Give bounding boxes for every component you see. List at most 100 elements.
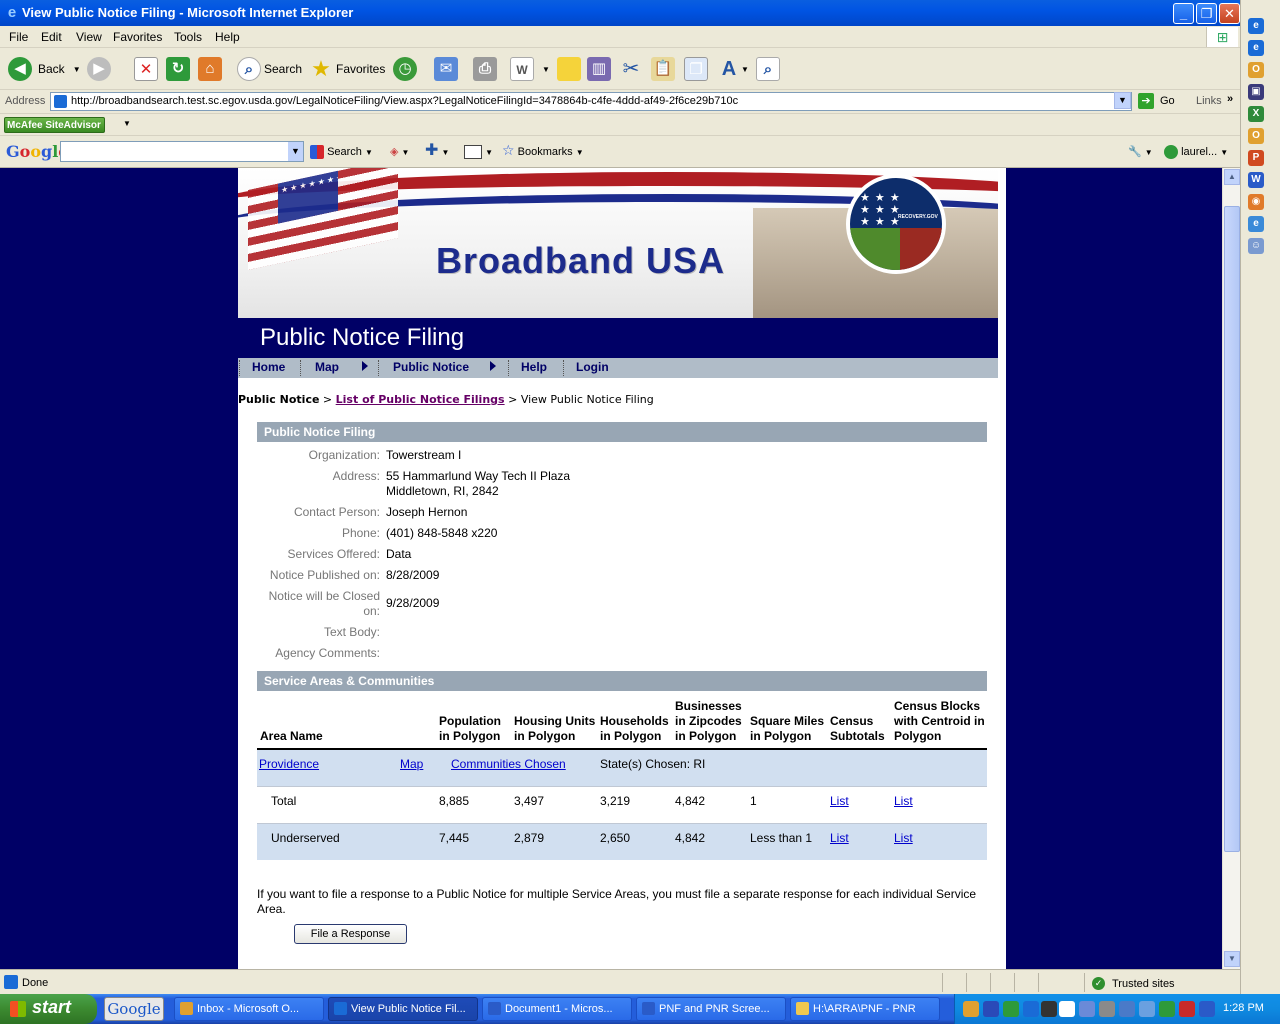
google-add-button[interactable]: ✚ ▼ — [425, 143, 449, 159]
task-folder[interactable]: H:\ARRA\PNF - PNR — [790, 997, 940, 1021]
chevron-right-icon[interactable]: » — [1227, 93, 1233, 105]
google-search-dropdown-icon[interactable]: ▼ — [288, 142, 303, 161]
google-search-input[interactable]: ▼ — [60, 141, 304, 162]
tray-sync-icon[interactable] — [1119, 1001, 1135, 1017]
tray-power-icon[interactable] — [1159, 1001, 1175, 1017]
census-subtotals-list-link[interactable]: List — [830, 831, 849, 845]
scroll-down-icon[interactable]: ▼ — [1224, 951, 1240, 967]
mcafee-dropdown-icon[interactable]: ▼ — [123, 119, 131, 128]
tray-monitor-icon[interactable] — [1079, 1001, 1095, 1017]
menu-file[interactable]: File — [9, 30, 28, 44]
cut-button[interactable]: ✂ — [619, 56, 643, 82]
mail-button[interactable]: ✉ — [434, 56, 458, 82]
google-deskbar[interactable]: Google — [104, 997, 164, 1021]
firefox-icon[interactable]: ◉ — [1248, 194, 1264, 210]
copy-button[interactable]: 📋 — [651, 56, 675, 82]
census-subtotals-list-link[interactable]: List — [830, 794, 849, 808]
tray-mcafee-icon[interactable] — [1179, 1001, 1195, 1017]
area-map-link[interactable]: Map — [400, 757, 423, 771]
ie-icon-2[interactable]: e — [1248, 40, 1264, 56]
menu-edit[interactable]: Edit — [41, 30, 62, 44]
bookmarks-button[interactable]: ☆ Bookmarks ▼ — [502, 143, 584, 158]
search-button[interactable]: ⌕ Search — [237, 56, 302, 82]
menu-view[interactable]: View — [76, 30, 102, 44]
google-settings-button[interactable]: 🔧 ▼ — [1128, 145, 1153, 158]
app-icon[interactable]: ▣ — [1248, 84, 1264, 100]
word-icon[interactable]: W — [1248, 172, 1264, 188]
tray-bluetooth-icon[interactable] — [983, 1001, 999, 1017]
go-button[interactable]: ➔ Go — [1138, 93, 1175, 109]
scroll-thumb[interactable] — [1224, 206, 1240, 852]
history-button[interactable]: ◷ — [393, 56, 417, 82]
file-response-button[interactable]: File a Response — [294, 924, 407, 944]
outlook-icon[interactable]: O — [1248, 62, 1264, 78]
census-blocks-list-link[interactable]: List — [894, 831, 913, 845]
task-inbox[interactable]: Inbox - Microsoft O... — [174, 997, 324, 1021]
notes-button[interactable] — [557, 56, 581, 82]
edit-button[interactable]: W ▼ — [510, 56, 550, 82]
task-view-public-notice[interactable]: View Public Notice Fil... — [328, 997, 478, 1021]
nav-public-notice[interactable]: Public Notice — [393, 360, 469, 374]
communities-chosen-link[interactable]: Communities Chosen — [451, 757, 566, 771]
tray-update-icon[interactable] — [1023, 1001, 1039, 1017]
tray-alert-icon[interactable] — [1041, 1001, 1057, 1017]
powerpoint-icon[interactable]: P — [1248, 150, 1264, 166]
edit-dropdown-icon[interactable]: ▼ — [542, 65, 550, 74]
vertical-scrollbar[interactable]: ▲ ▼ — [1222, 168, 1240, 969]
close-button[interactable]: ✕ — [1219, 3, 1240, 24]
font-icon: A — [721, 58, 737, 80]
stop-button[interactable]: ✕ — [134, 56, 158, 82]
zoom-button[interactable]: ⌕ — [756, 56, 780, 82]
menu-bar: File Edit View Favorites Tools Help — [0, 26, 1240, 48]
nav-home[interactable]: Home — [252, 360, 285, 374]
nav-map[interactable]: Map — [315, 360, 339, 374]
research-button[interactable]: ▥ — [587, 56, 611, 82]
breadcrumb-list-link[interactable]: List of Public Notice Filings — [336, 393, 505, 406]
census-blocks-list-link[interactable]: List — [894, 794, 913, 808]
back-dropdown-icon[interactable]: ▼ — [73, 65, 81, 74]
nav-login[interactable]: Login — [576, 360, 609, 374]
tray-network-icon[interactable] — [1003, 1001, 1019, 1017]
area-name-link[interactable]: Providence — [259, 757, 319, 771]
tray-outlook-icon[interactable] — [963, 1001, 979, 1017]
font-dropdown-icon[interactable]: ▼ — [741, 65, 749, 74]
google-search-button[interactable]: Search ▼ — [310, 145, 373, 159]
tray-volume-icon[interactable] — [1139, 1001, 1155, 1017]
links-button[interactable]: Links — [1196, 95, 1222, 107]
google-popup-button[interactable]: ▼ — [464, 145, 493, 159]
menu-tools[interactable]: Tools — [174, 30, 202, 44]
refresh-button[interactable]: ↻ — [166, 56, 190, 82]
address-bar: Address http://broadbandsearch.test.sc.e… — [0, 90, 1240, 114]
browser-icon[interactable]: e — [1248, 216, 1264, 232]
google-account-button[interactable]: laurel... ▼ — [1164, 145, 1228, 159]
print-button[interactable]: ⎙ — [473, 56, 497, 82]
mcafee-siteadvisor-button[interactable]: McAfee SiteAdvisor — [4, 117, 105, 133]
task-pnf-screens[interactable]: PNF and PNR Scree... — [636, 997, 786, 1021]
outlook-icon-2[interactable]: O — [1248, 128, 1264, 144]
ie-icon[interactable]: e — [1248, 18, 1264, 34]
row-housing: 3,497 — [514, 794, 545, 808]
home-button[interactable]: ⌂ — [198, 56, 222, 82]
start-button[interactable]: start — [0, 994, 97, 1024]
menu-help[interactable]: Help — [215, 30, 240, 44]
address-url: http://broadbandsearch.test.sc.egov.usda… — [71, 95, 739, 107]
paste-button[interactable]: ❐ — [684, 56, 708, 82]
address-dropdown-icon[interactable]: ▼ — [1114, 92, 1131, 109]
tray-security-icon[interactable] — [1099, 1001, 1115, 1017]
google-pagerank-button[interactable]: ◈ ▼ — [390, 145, 409, 158]
favorites-button[interactable]: ★ Favorites — [309, 56, 385, 82]
scroll-up-icon[interactable]: ▲ — [1224, 169, 1240, 185]
tray-tsc-icon[interactable] — [1059, 1001, 1075, 1017]
menu-favorites[interactable]: Favorites — [113, 30, 162, 44]
nav-help[interactable]: Help — [521, 360, 547, 374]
forward-button[interactable]: ▶ — [87, 56, 111, 82]
address-input[interactable]: http://broadbandsearch.test.sc.egov.usda… — [50, 92, 1132, 111]
back-button[interactable]: ◀ Back ▼ — [8, 56, 81, 82]
people-icon[interactable]: ☺ — [1248, 238, 1264, 254]
excel-icon[interactable]: X — [1248, 106, 1264, 122]
minimize-button[interactable]: _ — [1173, 3, 1194, 24]
maximize-button[interactable]: ❐ — [1196, 3, 1217, 24]
task-document1[interactable]: Document1 - Micros... — [482, 997, 632, 1021]
tray-app-icon[interactable] — [1199, 1001, 1215, 1017]
font-size-button[interactable]: A ▼ — [717, 56, 749, 82]
